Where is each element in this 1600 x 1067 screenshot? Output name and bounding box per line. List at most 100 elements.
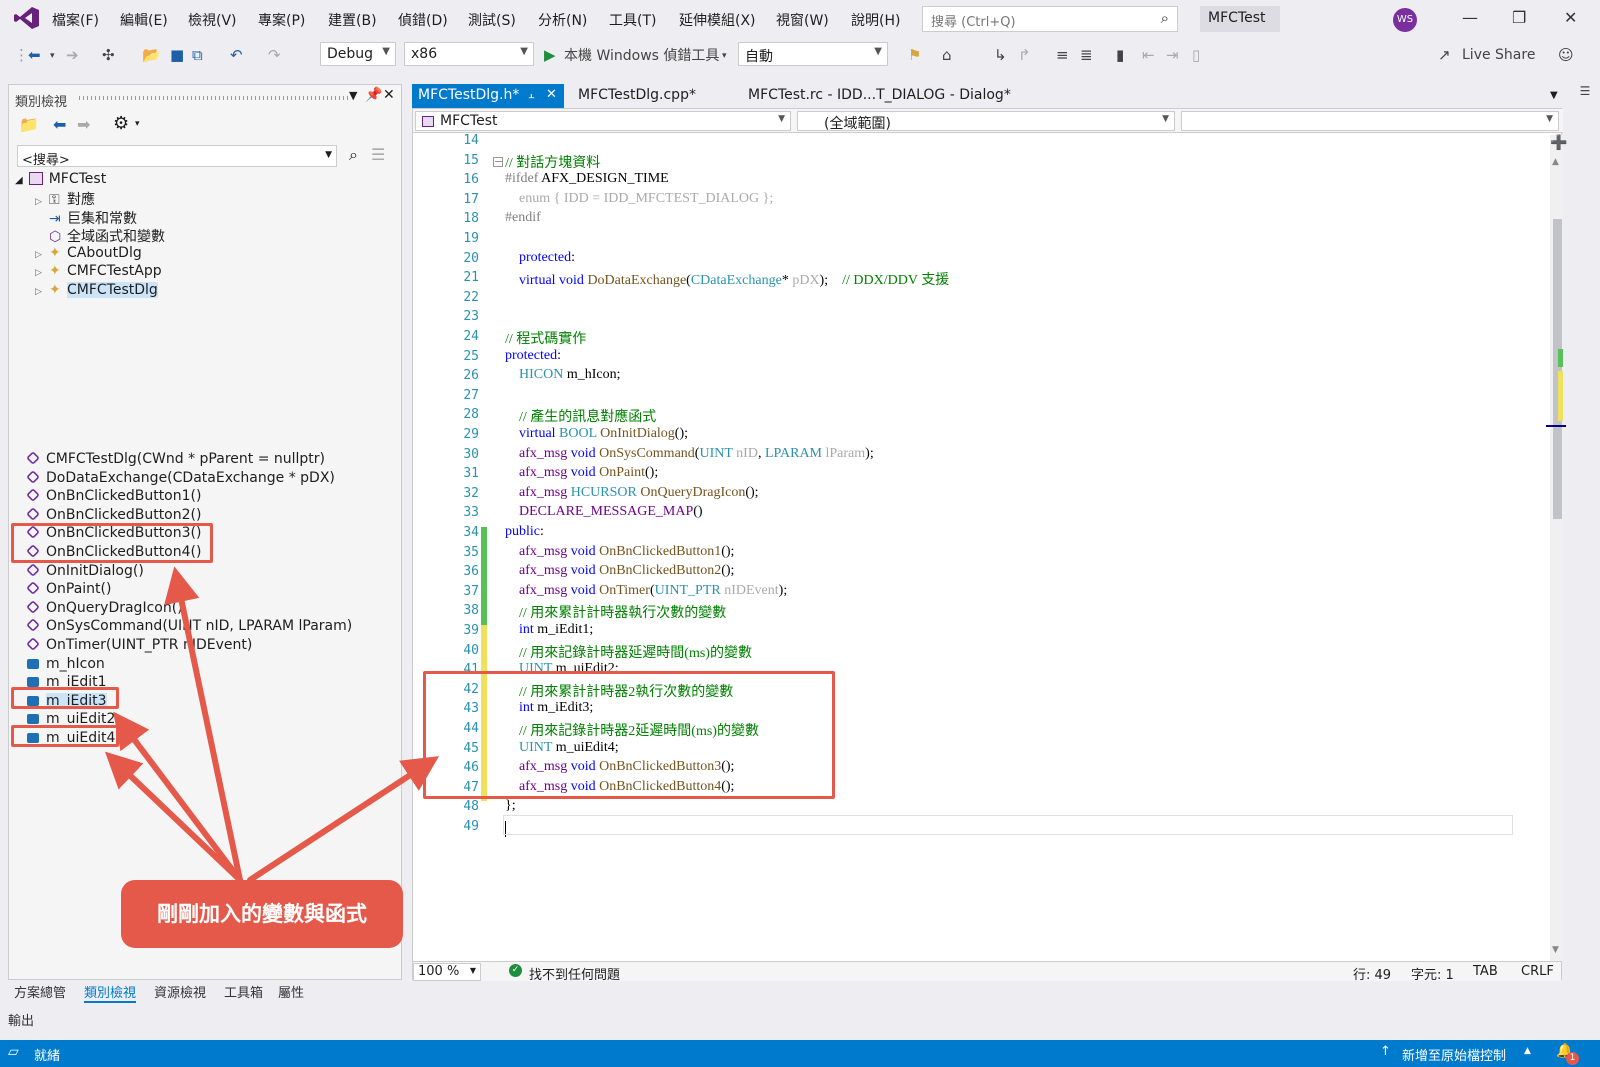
panel-grip[interactable]	[79, 96, 349, 100]
member-method[interactable]: OnTimer(UINT_PTR nIDEvent)	[26, 637, 252, 653]
avatar[interactable]: WS	[1393, 8, 1417, 32]
member-method[interactable]: OnSysCommand(UINT nID, LPARAM lParam)	[26, 618, 352, 634]
code-editor[interactable]: MFCTest ▼ (全域範圍) ▼ ▼ 14 15 // 對話方塊資料 16 #ifdef…	[412, 108, 1567, 983]
output-window-icon[interactable]: ▱	[8, 1044, 19, 1060]
expand-arrow-icon[interactable]: ▷	[35, 268, 49, 278]
panel-tab-3[interactable]: 工具箱	[224, 982, 263, 1001]
close-tab-icon[interactable]: ✕	[546, 87, 557, 102]
scope-nav-select[interactable]: (全域範圍) ▼	[797, 111, 1175, 132]
tab-mfctestdlg-cpp[interactable]: MFCTestDlg.cpp*	[572, 84, 702, 108]
feedback-icon[interactable]: ☺	[1558, 46, 1574, 64]
search-box[interactable]: 搜尋 (Ctrl+Q) ⌕	[922, 6, 1178, 32]
code-line[interactable]: protected:	[505, 348, 561, 364]
vertical-scrollbar[interactable]: ➕ ▲ ▼	[1546, 135, 1567, 961]
code-line[interactable]: // 產生的訊息對應函式	[505, 406, 656, 426]
navigate-forward-icon[interactable]: ➔	[66, 46, 79, 64]
tree-item--[interactable]: ▷ ⚿ 對應	[35, 189, 95, 209]
code-line[interactable]: int m_iEdit1;	[505, 622, 593, 638]
step-out-icon[interactable]: ↱	[1018, 46, 1031, 64]
tree-item-cmfctestapp[interactable]: ▷ ✦ CMFCTestApp	[35, 263, 162, 279]
code-line[interactable]: afx_msg void OnBnClickedButton2();	[505, 563, 734, 579]
share-icon[interactable]: ↗	[1438, 46, 1451, 64]
scroll-down-icon[interactable]: ▼	[1552, 945, 1559, 955]
panel-tab-0[interactable]: 方案總管	[14, 982, 66, 1001]
zoom-select[interactable]: 100 % ▼	[413, 963, 481, 981]
live-share-button[interactable]: Live Share	[1462, 47, 1535, 63]
scroll-up-icon[interactable]: ▲	[1552, 157, 1559, 167]
step-into-icon[interactable]: ↳	[994, 46, 1007, 64]
settings-gear-icon[interactable]: ⚙	[113, 113, 129, 134]
add-to-source-control-button[interactable]: 新增至原始檔控制	[1402, 1045, 1506, 1064]
line-indicator[interactable]: 行: 49	[1353, 964, 1391, 983]
new-folder-icon[interactable]: 📁	[19, 115, 39, 134]
save-icon[interactable]: ■	[170, 46, 184, 64]
menu-item-2[interactable]: 檢視(V)	[188, 10, 237, 30]
menu-item-4[interactable]: 建置(B)	[328, 10, 377, 30]
menu-item-11[interactable]: 說明(H)	[851, 10, 900, 30]
class-search-input[interactable]: <搜尋> ▼	[17, 145, 337, 168]
tree-item--[interactable]: ⇥ 巨集和常數	[35, 208, 137, 228]
forward-icon[interactable]: ➡	[77, 115, 90, 134]
code-line[interactable]: #ifdef AFX_DESIGN_TIME	[505, 171, 669, 187]
menu-item-6[interactable]: 測試(S)	[468, 10, 516, 30]
undo-icon[interactable]: ↶	[230, 46, 243, 64]
restore-icon[interactable]: ❐	[1512, 8, 1526, 27]
next-bookmark-icon[interactable]: ⇥	[1166, 46, 1179, 64]
menu-item-8[interactable]: 工具(T)	[609, 10, 656, 30]
code-line[interactable]: #endif	[505, 210, 541, 226]
target-select[interactable]: 自動 ▼	[738, 42, 888, 66]
member-method[interactable]: OnInitDialog()	[26, 563, 144, 579]
scrollbar-thumb[interactable]	[1553, 219, 1562, 519]
tab-indicator[interactable]: TAB	[1473, 964, 1498, 979]
code-line[interactable]: DECLARE_MESSAGE_MAP()	[505, 504, 703, 520]
code-line[interactable]: };	[505, 798, 516, 814]
member-method[interactable]: DoDataExchange(CDataExchange * pDX)	[26, 470, 335, 486]
member-field[interactable]: m_hIcon	[27, 656, 105, 672]
member-nav-select[interactable]: ▼	[1181, 111, 1559, 131]
code-line[interactable]: afx_msg void OnPaint();	[505, 465, 658, 481]
start-debug-icon[interactable]: ▶	[544, 46, 556, 64]
tab-list-dropdown-icon[interactable]: ▼	[1550, 90, 1558, 101]
output-tab[interactable]: 輸出	[8, 1010, 34, 1029]
settings-dropdown-icon[interactable]: ▾	[135, 119, 140, 129]
pin-icon[interactable]: 📌	[365, 87, 382, 103]
char-indicator[interactable]: 字元: 1	[1411, 964, 1454, 983]
bookmark-icon[interactable]: ▮	[1116, 46, 1124, 64]
project-nav-select[interactable]: MFCTest ▼	[415, 111, 791, 131]
tree-item-caboutdlg[interactable]: ▷ ✦ CAboutDlg	[35, 245, 142, 261]
start-debugger-button[interactable]: 本機 Windows 偵錯工具	[564, 45, 719, 65]
uncomment-icon[interactable]: ≣	[1080, 46, 1093, 64]
eol-indicator[interactable]: CRLF	[1521, 964, 1554, 979]
code-line[interactable]: protected:	[505, 250, 575, 266]
prev-bookmark-icon[interactable]: ⇤	[1142, 46, 1155, 64]
code-line[interactable]: HICON m_hIcon;	[505, 367, 621, 383]
menu-item-10[interactable]: 視窗(W)	[776, 10, 829, 30]
member-method[interactable]: OnBnClickedButton2()	[26, 507, 201, 523]
tab-mfctest-rc[interactable]: MFCTest.rc - IDD...T_DIALOG - Dialog*	[742, 84, 1017, 108]
menu-item-1[interactable]: 編輯(E)	[120, 10, 168, 30]
member-method[interactable]: OnQueryDragIcon()	[26, 600, 183, 616]
member-method[interactable]: OnPaint()	[26, 581, 111, 597]
clear-filter-icon[interactable]: ☰	[371, 145, 385, 164]
code-line[interactable]: // 用來累計計時器執行次數的變數	[505, 602, 726, 622]
expand-arrow-icon[interactable]: ▷	[35, 197, 49, 207]
code-line[interactable]: virtual BOOL OnInitDialog();	[505, 426, 688, 442]
debugger-dropdown-icon[interactable]: ▾	[722, 51, 727, 61]
code-line[interactable]: afx_msg void OnTimer(UINT_PTR nIDEvent);	[505, 583, 787, 599]
panel-dropdown-icon[interactable]: ▼	[349, 89, 357, 102]
clear-bookmarks-icon[interactable]: ▯	[1192, 46, 1200, 64]
panel-tab-1[interactable]: 類別檢視	[84, 982, 137, 1003]
minimize-icon[interactable]: —	[1462, 8, 1478, 27]
issues-status[interactable]: 找不到任何問題	[529, 964, 620, 983]
tab-mfctestdlg-h[interactable]: MFCTestDlg.h* ⫠ ✕	[412, 84, 564, 108]
split-editor-icon[interactable]: ➕	[1550, 135, 1567, 151]
menu-item-0[interactable]: 檔案(F)	[52, 10, 99, 30]
comment-icon[interactable]: ≡	[1056, 46, 1069, 64]
code-line[interactable]: enum { IDD = IDD_MFCTEST_DIALOG };	[505, 191, 773, 207]
navigate-back-icon[interactable]: ⬅	[28, 46, 41, 64]
browser-icon[interactable]: ⌂	[942, 46, 952, 64]
tree-root-mfctest[interactable]: ◢ MFCTest	[15, 171, 106, 187]
configuration-select[interactable]: Debug ▼	[320, 42, 396, 66]
code-line[interactable]: afx_msg HCURSOR OnQueryDragIcon();	[505, 485, 759, 501]
menu-item-3[interactable]: 專案(P)	[258, 10, 305, 30]
